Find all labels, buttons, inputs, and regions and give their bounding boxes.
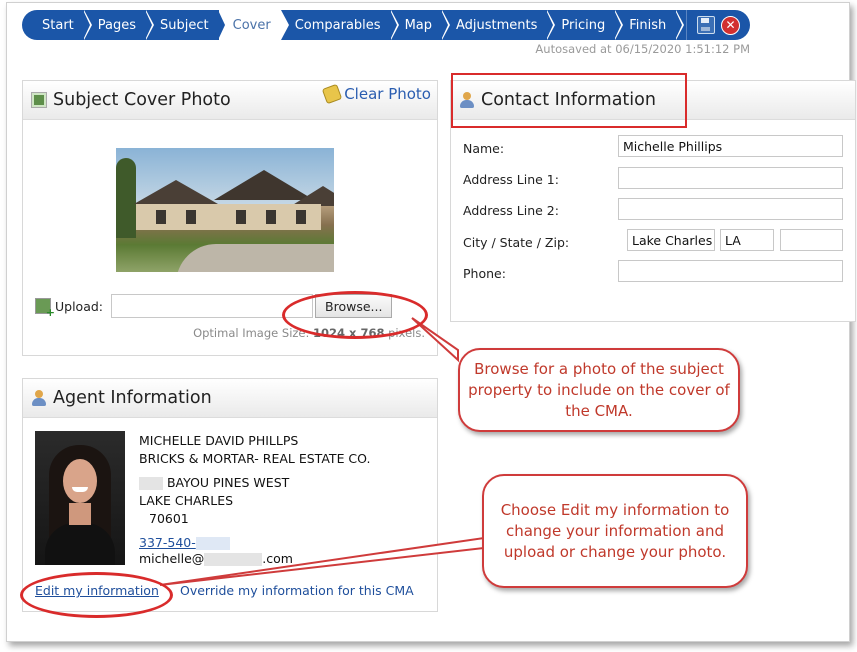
- address1-field[interactable]: [618, 167, 843, 189]
- override-information-link[interactable]: Override my information for this CMA: [180, 583, 414, 598]
- nav-step-adjustments[interactable]: Adjustments: [442, 10, 556, 40]
- address2-field[interactable]: [618, 198, 843, 220]
- nav-step-label: Cover: [232, 17, 271, 33]
- agent-email-suffix: .com: [262, 551, 293, 566]
- nav-step-cover[interactable]: Cover: [218, 10, 289, 40]
- city-state-zip-label: City / State / Zip:: [463, 235, 570, 250]
- nav-step-comparables[interactable]: Comparables: [281, 10, 399, 40]
- nav-step-pages[interactable]: Pages: [84, 10, 155, 40]
- phone-label: Phone:: [463, 266, 506, 281]
- nav-step-label: Comparables: [294, 17, 381, 33]
- city-field[interactable]: Lake Charles: [627, 229, 715, 251]
- agent-email: michelle@ .com: [139, 551, 293, 566]
- agent-info-header: Agent Information: [23, 379, 437, 418]
- zip-field[interactable]: [780, 229, 843, 251]
- edit-info-highlight-ring: [20, 572, 173, 618]
- browse-highlight-ring: [282, 291, 428, 339]
- upload-label: Upload:: [55, 298, 104, 314]
- agent-street-text: BAYOU PINES WEST: [166, 475, 290, 490]
- nav-step-label: Subject: [160, 17, 209, 33]
- agent-city: LAKE CHARLES: [139, 493, 234, 508]
- wizard-nav: Start Pages Subject Cover Comparables Ma…: [22, 10, 750, 40]
- phone-field[interactable]: [618, 260, 843, 282]
- autosave-status: Autosaved at 06/15/2020 1:51:12 PM: [535, 42, 750, 56]
- agent-email-prefix: michelle@: [139, 551, 205, 566]
- state-field[interactable]: LA: [720, 229, 774, 251]
- agent-info-title: Agent Information: [53, 388, 212, 408]
- agent-photo: [35, 431, 125, 565]
- upload-image-icon: [35, 298, 55, 319]
- redacted-block: [195, 537, 230, 550]
- cover-photo-title: Subject Cover Photo: [53, 90, 231, 110]
- nav-step-label: Map: [404, 17, 432, 33]
- cover-photo-image: [116, 148, 334, 272]
- name-field[interactable]: Michelle Phillips: [618, 135, 843, 157]
- nav-step-start[interactable]: Start: [22, 10, 92, 40]
- agent-company: BRICKS & MORTAR- REAL ESTATE CO.: [139, 451, 371, 466]
- redacted-block: [204, 553, 263, 566]
- redacted-block: [139, 477, 163, 490]
- edit-info-callout: Choose Edit my information to change you…: [482, 474, 748, 588]
- agent-street: BAYOU PINES WEST: [139, 475, 289, 490]
- clear-photo-label: Clear Photo: [344, 85, 431, 103]
- nav-actions: ✕: [686, 10, 750, 40]
- contact-title-highlight: [451, 73, 687, 128]
- browse-callout: Browse for a photo of the subject proper…: [458, 348, 740, 432]
- nav-step-label: Adjustments: [456, 17, 538, 33]
- eraser-icon: [321, 83, 343, 105]
- nav-step-pricing[interactable]: Pricing: [547, 10, 624, 40]
- address1-label: Address Line 1:: [463, 172, 559, 187]
- save-disk-icon[interactable]: [697, 16, 715, 34]
- agent-phone[interactable]: 337-540-: [139, 535, 230, 550]
- close-circle-icon[interactable]: ✕: [721, 15, 740, 35]
- name-label: Name:: [463, 141, 505, 156]
- nav-step-finish[interactable]: Finish: [615, 10, 685, 40]
- agent-zip: 70601: [149, 511, 189, 526]
- agent-phone-link[interactable]: 337-540-: [139, 535, 196, 550]
- nav-step-label: Finish: [629, 17, 667, 33]
- picture-icon: [31, 92, 47, 108]
- nav-step-label: Start: [42, 17, 74, 33]
- nav-step-subject[interactable]: Subject: [146, 10, 227, 40]
- address2-label: Address Line 2:: [463, 203, 559, 218]
- nav-step-label: Pages: [97, 17, 137, 33]
- nav-step-label: Pricing: [561, 17, 606, 33]
- agent-name: MICHELLE DAVID PHILLPS: [139, 433, 299, 448]
- agent-person-icon: [31, 390, 47, 406]
- clear-photo-button[interactable]: Clear Photo: [321, 83, 431, 105]
